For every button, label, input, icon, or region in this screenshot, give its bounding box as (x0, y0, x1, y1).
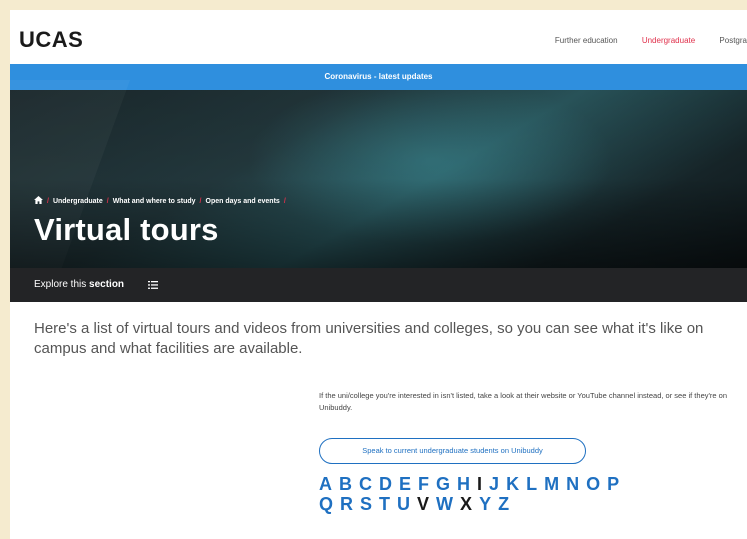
nav-undergraduate[interactable]: Undergraduate (642, 36, 695, 45)
alphabet-index: ABCDEFGHIJKLMNOP QRSTUVWXYZ (319, 474, 739, 514)
alphabet-letter-n[interactable]: N (566, 474, 579, 494)
ucas-logo[interactable]: UCAS (19, 27, 83, 53)
alphabet-letter-i: I (477, 474, 483, 494)
alphabet-letter-w[interactable]: W (436, 494, 453, 514)
alphabet-letter-q[interactable]: Q (319, 494, 333, 514)
alphabet-letter-b[interactable]: B (339, 474, 352, 494)
alphabet-letter-s[interactable]: S (360, 494, 372, 514)
alphabet-letter-y[interactable]: Y (479, 494, 491, 514)
alphabet-letter-t[interactable]: T (379, 494, 390, 514)
alphabet-letter-m[interactable]: M (544, 474, 559, 494)
explore-section-label: Explore this section (34, 279, 125, 290)
breadcrumb-what-and-where-to-study[interactable]: What and where to study (113, 198, 196, 205)
breadcrumb-undergraduate[interactable]: Undergraduate (53, 198, 103, 205)
intro-paragraph: Here's a list of virtual tours and video… (34, 320, 704, 357)
unlisted-note: If the uni/college you're interested in … (319, 391, 728, 412)
alphabet-letter-p[interactable]: P (607, 474, 619, 494)
nav-postgraduate[interactable]: Postgra (719, 36, 747, 45)
hero-banner: / Undergraduate / What and where to study / O… (10, 80, 747, 300)
alphabet-letter-k[interactable]: K (506, 474, 519, 494)
alphabet-letter-x: X (460, 494, 473, 514)
alphabet-letter-l[interactable]: L (526, 474, 537, 494)
explore-section-bar[interactable]: Explore this section (10, 268, 747, 302)
alphabet-letter-f[interactable]: F (418, 474, 429, 494)
alphabet-letter-a[interactable]: A (319, 474, 332, 494)
browser-viewport: UCAS Further education Undergraduate Pos… (10, 10, 747, 539)
alphabet-letter-z[interactable]: Z (498, 494, 509, 514)
breadcrumb-open-days-and-events[interactable]: Open days and events (206, 198, 280, 205)
alphabet-letter-g[interactable]: G (436, 474, 450, 494)
breadcrumb: / Undergraduate / What and where to study / O… (34, 196, 290, 205)
top-navigation: Further education Undergraduate Postgra (533, 36, 747, 45)
alphabet-letter-e[interactable]: E (399, 474, 411, 494)
alphabet-letter-u[interactable]: U (397, 494, 410, 514)
alphabet-letter-o[interactable]: O (586, 474, 600, 494)
alphabet-letter-r[interactable]: R (340, 494, 353, 514)
alphabet-letter-j[interactable]: J (489, 474, 499, 494)
list-menu-icon (148, 281, 158, 289)
nav-further-education[interactable]: Further education (555, 36, 618, 45)
alphabet-letter-v: V (417, 494, 430, 514)
site-header: UCAS Further education Undergraduate Pos… (10, 10, 747, 64)
unibuddy-button[interactable]: Speak to current undergraduate students … (319, 438, 586, 464)
page-title: Virtual tours (34, 212, 219, 247)
home-icon[interactable] (34, 196, 43, 204)
alphabet-letter-h[interactable]: H (457, 474, 470, 494)
alphabet-letter-d[interactable]: D (379, 474, 392, 494)
alphabet-letter-c[interactable]: C (359, 474, 372, 494)
